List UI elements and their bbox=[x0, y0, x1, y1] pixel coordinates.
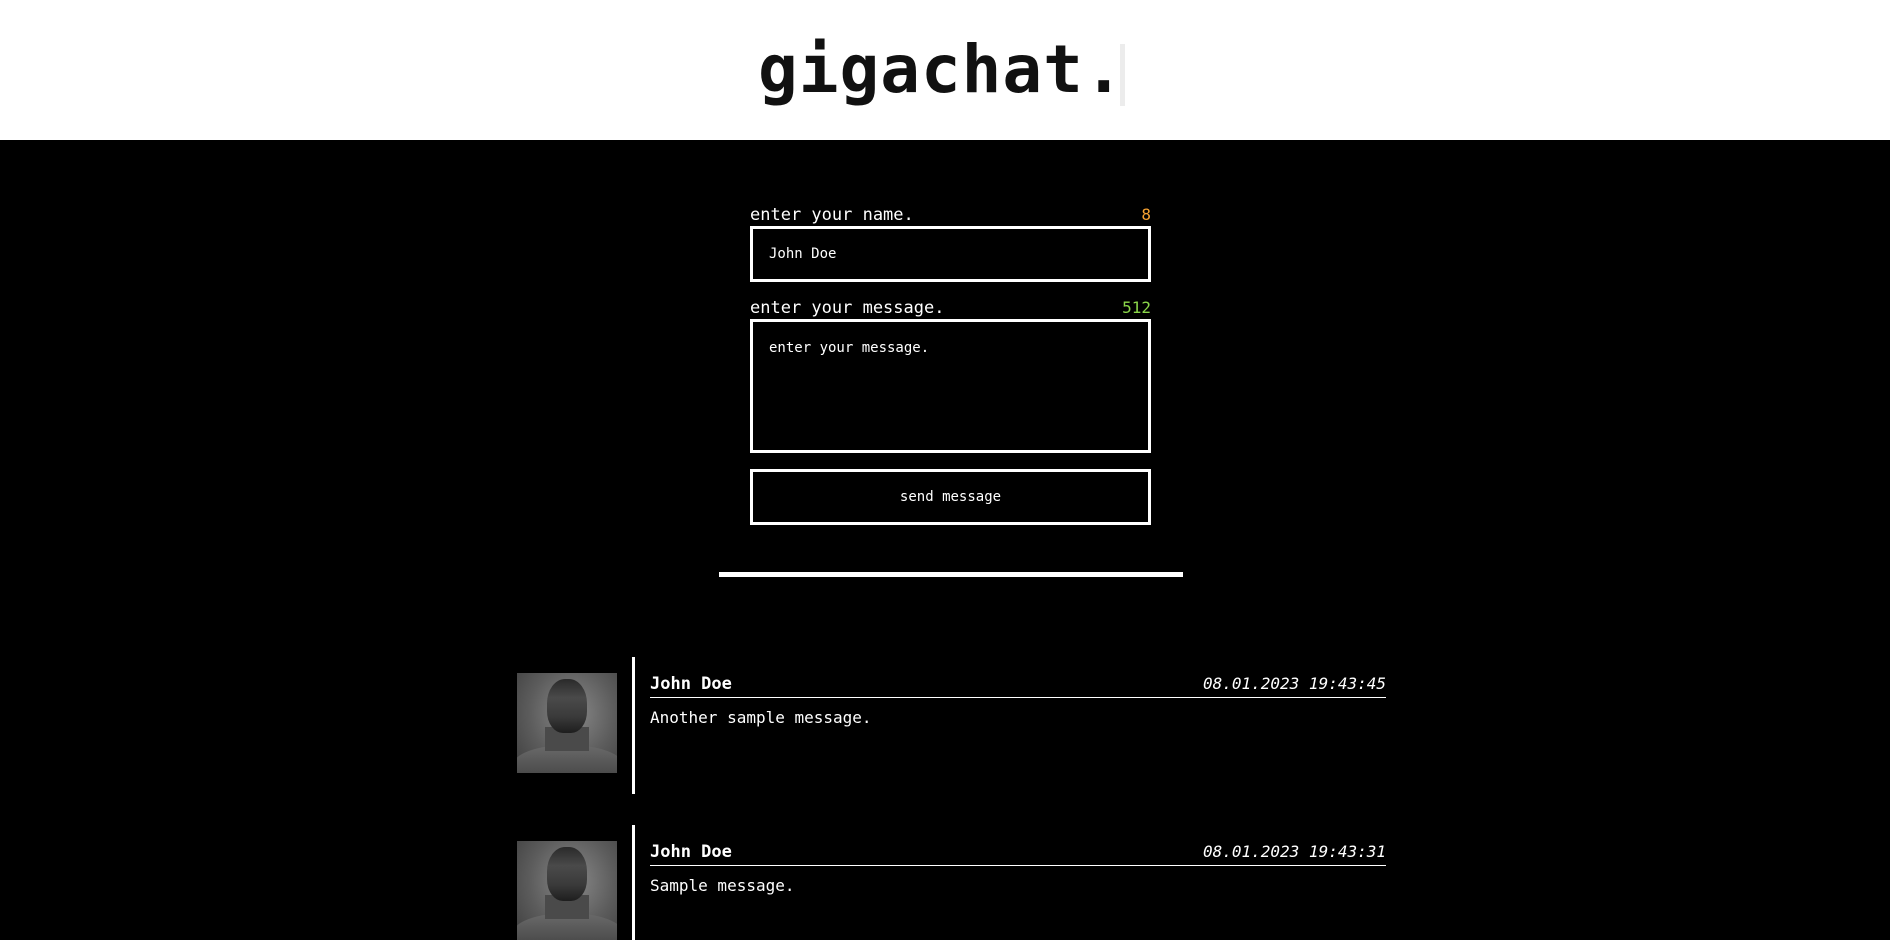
name-label: enter your name. bbox=[750, 205, 914, 225]
message-form: enter your name. 8 enter your message. 5… bbox=[750, 204, 1151, 525]
message-text: Another sample message. bbox=[650, 708, 872, 727]
section-divider bbox=[719, 572, 1183, 577]
message-author: John Doe bbox=[650, 674, 732, 694]
chat-message: John Doe 08.01.2023 19:43:31 Sample mess… bbox=[516, 825, 1386, 940]
message-input[interactable] bbox=[750, 319, 1151, 453]
message-accent-bar bbox=[632, 825, 635, 940]
name-input[interactable] bbox=[750, 226, 1151, 282]
message-timestamp: 08.01.2023 19:43:45 bbox=[1202, 674, 1386, 693]
name-char-counter: 8 bbox=[1141, 205, 1151, 224]
message-label: enter your message. bbox=[750, 298, 945, 318]
chat-message: John Doe 08.01.2023 19:43:45 Another sam… bbox=[516, 657, 1386, 794]
chat-main: enter your name. 8 enter your message. 5… bbox=[0, 140, 1890, 940]
message-accent-bar bbox=[632, 657, 635, 794]
message-header: John Doe 08.01.2023 19:43:45 bbox=[650, 673, 1386, 698]
message-label-row: enter your message. 512 bbox=[750, 297, 1151, 319]
logo-cursor bbox=[1120, 44, 1125, 106]
message-text: Sample message. bbox=[650, 876, 795, 895]
message-char-counter: 512 bbox=[1122, 298, 1151, 317]
send-message-button[interactable]: send message bbox=[750, 469, 1151, 525]
app-logo: gigachat. bbox=[758, 31, 1125, 108]
message-header: John Doe 08.01.2023 19:43:31 bbox=[650, 841, 1386, 866]
page-header: gigachat. bbox=[0, 0, 1890, 140]
avatar bbox=[517, 673, 617, 773]
message-author: John Doe bbox=[650, 842, 732, 862]
message-timestamp: 08.01.2023 19:43:31 bbox=[1202, 842, 1386, 861]
avatar bbox=[517, 841, 617, 940]
name-label-row: enter your name. 8 bbox=[750, 204, 1151, 226]
